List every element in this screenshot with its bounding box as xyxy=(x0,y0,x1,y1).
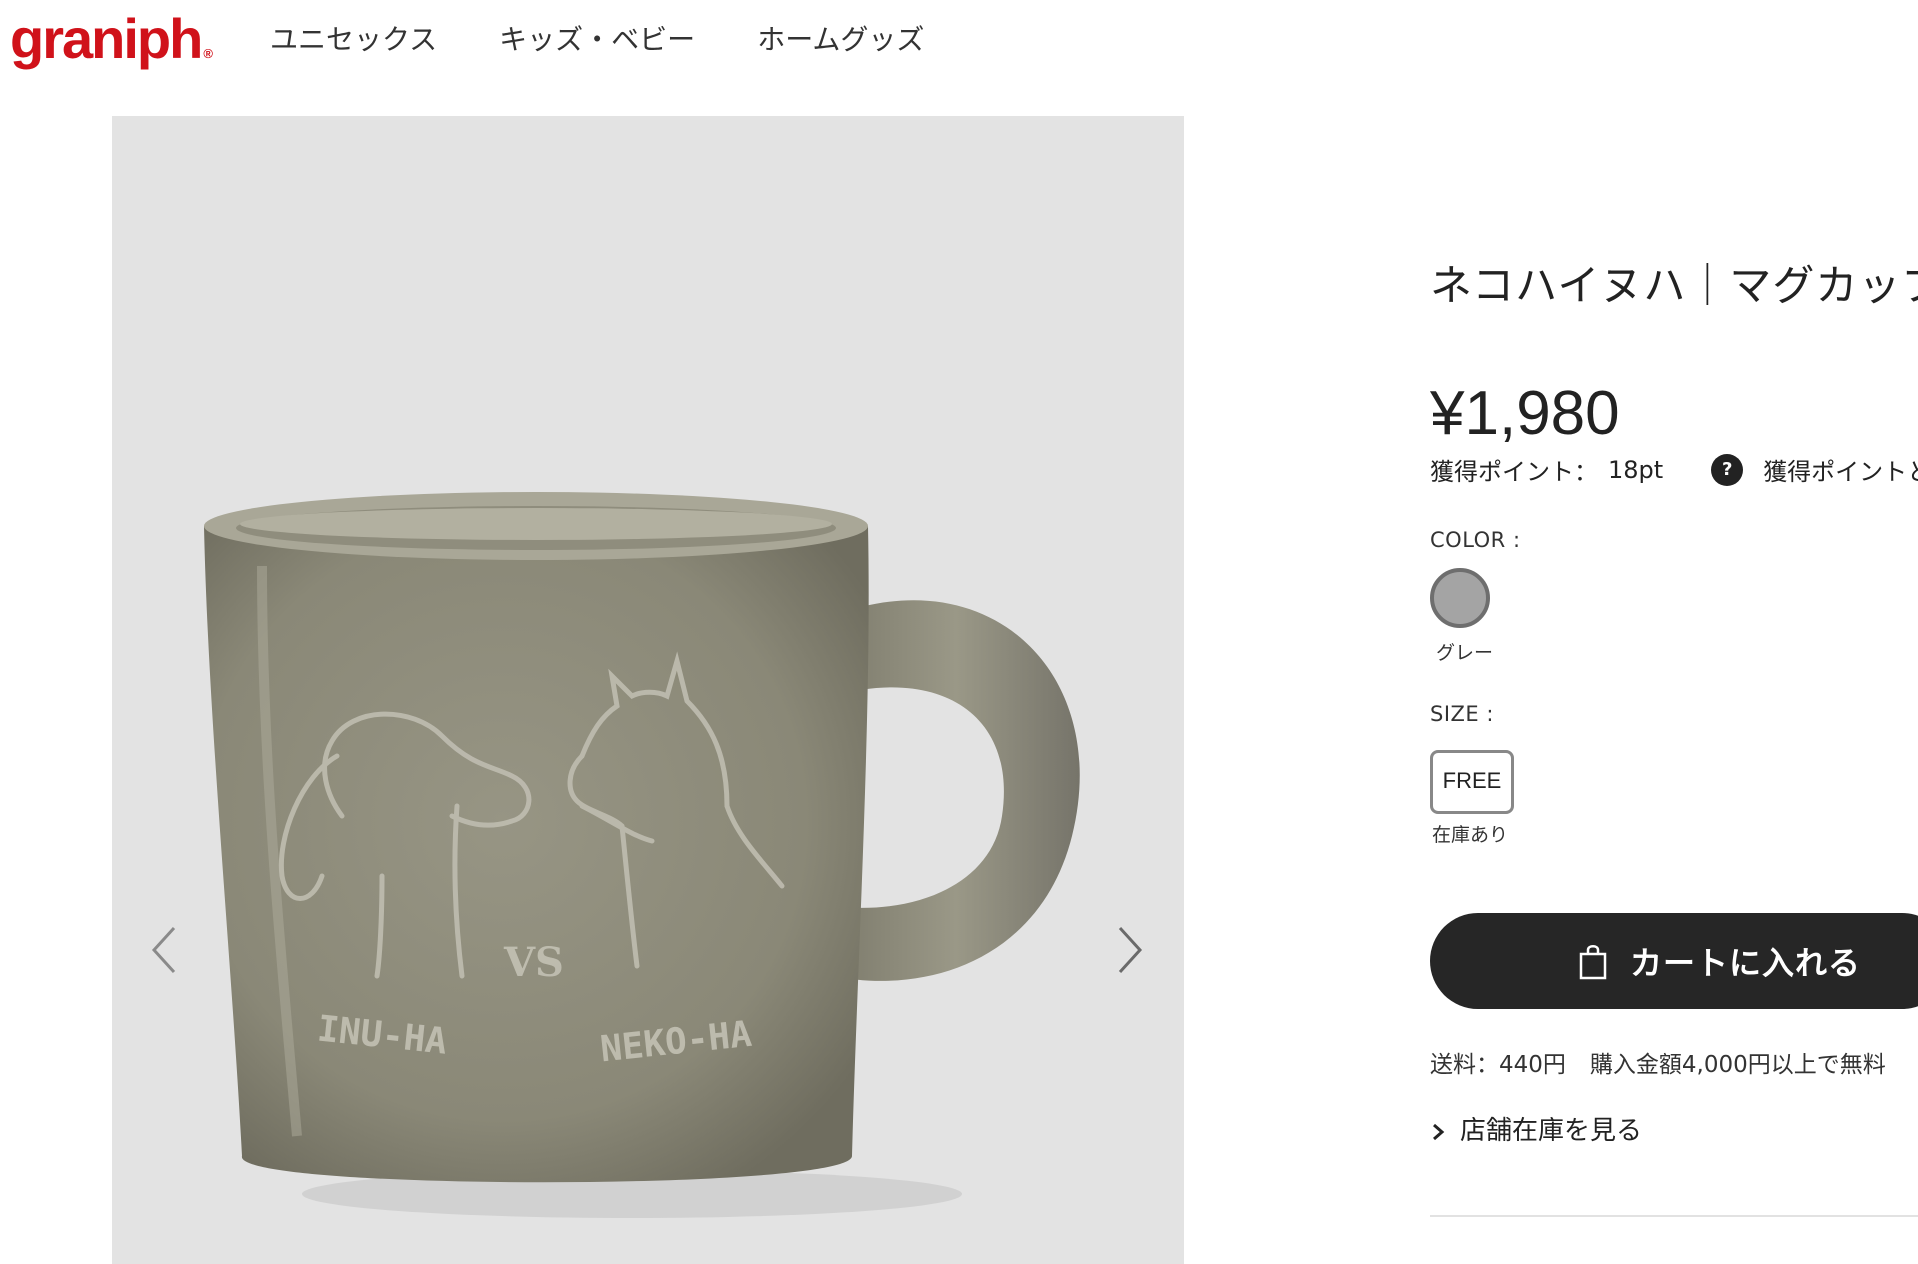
add-to-cart-label: カートに入れる xyxy=(1630,944,1862,982)
shipping-info: 送料：440円 購入金額4,000円以上で無料 xyxy=(1430,1045,1886,1079)
registered-mark: ® xyxy=(203,46,213,61)
question-icon[interactable]: ? xyxy=(1711,453,1744,486)
store-stock-label: 店舗在庫を見る xyxy=(1460,1116,1643,1146)
points-value: 18pt xyxy=(1608,455,1664,484)
chevron-right-icon xyxy=(1433,1123,1445,1140)
nav-item-home-goods[interactable]: ホームグッズ xyxy=(757,20,924,60)
stock-status: 在庫あり xyxy=(1432,824,1509,846)
site-header: graniph ® ユニセックス キッズ・ベビー ホームグッズ xyxy=(0,0,1918,80)
points-row: 獲得ポイント： 18pt ? 獲得ポイントとは xyxy=(1430,452,1918,487)
product-price: ¥1,980 xyxy=(1430,379,1620,448)
size-label: SIZE : xyxy=(1430,702,1494,726)
chevron-left-icon[interactable] xyxy=(144,922,184,978)
product-image: INU-HA VS NEKO-HA xyxy=(204,492,1080,1218)
product-image-gallery: INU-HA VS NEKO-HA xyxy=(112,116,1184,1264)
store-stock-link[interactable]: 店舗在庫を見る xyxy=(1430,1110,1642,1147)
shipping-free-condition: 購入金額4,000円以上で無料 xyxy=(1589,1052,1886,1078)
brand-logo[interactable]: graniph ® xyxy=(10,4,213,89)
add-to-cart-button[interactable]: カートに入れる xyxy=(1430,913,1918,1009)
points-help-link[interactable]: 獲得ポイントとは xyxy=(1763,452,1918,487)
product-title: ネコハイヌハ｜マグカップ xyxy=(1430,261,1918,310)
size-option-free[interactable]: FREE xyxy=(1430,750,1514,814)
main-nav: ユニセックス キッズ・ベビー ホームグッズ xyxy=(270,20,986,60)
shipping-fee: 送料：440円 xyxy=(1430,1052,1566,1078)
color-name: グレー xyxy=(1436,642,1494,664)
divider xyxy=(1430,1215,1918,1217)
color-label: COLOR : xyxy=(1430,528,1521,552)
points-label: 獲得ポイント： xyxy=(1430,458,1598,486)
shopping-bag-icon xyxy=(1579,945,1607,980)
chevron-right-icon[interactable] xyxy=(1110,922,1150,978)
nav-item-kids-baby[interactable]: キッズ・ベビー xyxy=(499,20,695,60)
mug-text-vs: VS xyxy=(503,939,564,986)
color-swatch-gray[interactable] xyxy=(1430,568,1490,628)
nav-item-unisex[interactable]: ユニセックス xyxy=(270,20,437,60)
